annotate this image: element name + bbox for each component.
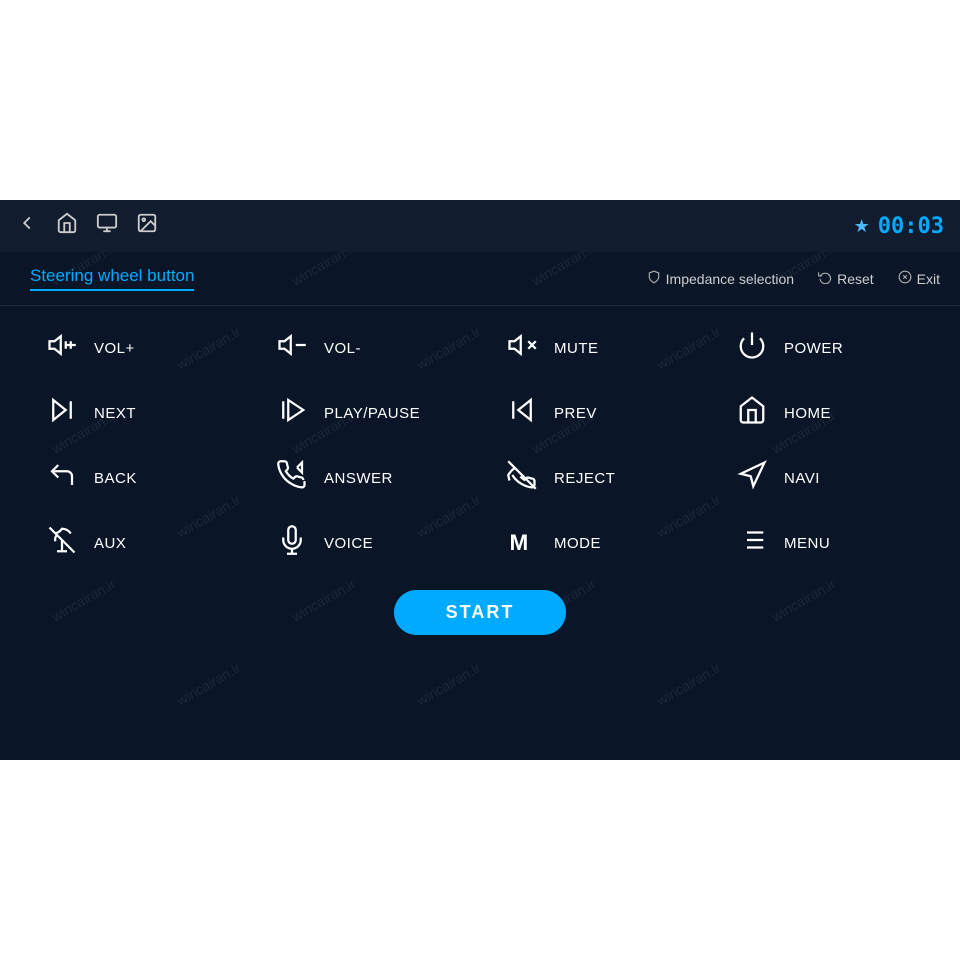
top-bar-right: ★ 00:03	[854, 214, 944, 239]
page-title: Steering wheel button	[30, 266, 194, 286]
next-cell[interactable]: NEXT	[20, 381, 250, 446]
menu-icon	[734, 525, 770, 562]
time-display: 00:03	[878, 214, 944, 239]
next-icon	[44, 395, 80, 432]
navi-label: NAVI	[784, 470, 820, 487]
answer-cell[interactable]: ANSWER	[250, 446, 480, 511]
impedance-selection-label: Impedance selection	[666, 271, 794, 287]
app-container: wincairan.ir wincairan.ir wincairan.ir w…	[0, 200, 960, 760]
home-icon[interactable]	[56, 212, 78, 240]
start-button[interactable]: START	[394, 590, 567, 635]
impedance-selection-btn[interactable]: Impedance selection	[647, 270, 794, 287]
navi-cell[interactable]: NAVI	[710, 446, 940, 511]
exit-label: Exit	[917, 271, 940, 287]
menu-cell[interactable]: MENU	[710, 511, 940, 576]
mode-cell[interactable]: M MODE	[480, 511, 710, 576]
reset-btn[interactable]: Reset	[818, 270, 874, 287]
power-cell[interactable]: POWER	[710, 316, 940, 381]
screen-icon[interactable]	[96, 212, 118, 240]
home-label: HOME	[784, 405, 831, 422]
voice-label: VOICE	[324, 535, 373, 552]
power-label: POWER	[784, 340, 843, 357]
back-cell[interactable]: BACK	[20, 446, 250, 511]
next-label: NEXT	[94, 405, 136, 422]
back-icon[interactable]	[16, 212, 38, 240]
top-bar: ★ 00:03	[0, 200, 960, 252]
shield-icon	[647, 270, 661, 287]
menu-label: MENU	[784, 535, 830, 552]
back-label: BACK	[94, 470, 137, 487]
play-pause-label: PLAY/PAUSE	[324, 405, 420, 422]
top-white-space	[0, 0, 960, 200]
mute-label: MUTE	[554, 340, 599, 357]
play-pause-icon	[274, 395, 310, 432]
navi-icon	[734, 460, 770, 497]
reject-icon	[504, 460, 540, 497]
play-pause-cell[interactable]: PLAY/PAUSE	[250, 381, 480, 446]
page-title-wrapper: Steering wheel button	[30, 266, 194, 291]
power-icon	[734, 330, 770, 367]
answer-label: ANSWER	[324, 470, 393, 487]
title-underline	[30, 289, 194, 291]
reject-label: REJECT	[554, 470, 615, 487]
button-grid: VOL+ VOL-	[20, 316, 940, 576]
vol-minus-label: VOL-	[324, 340, 361, 357]
aux-icon	[44, 525, 80, 562]
bottom-white-space	[0, 760, 960, 960]
prev-cell[interactable]: PREV	[480, 381, 710, 446]
aux-label: AUX	[94, 535, 126, 552]
vol-plus-cell[interactable]: VOL+	[20, 316, 250, 381]
reject-cell[interactable]: REJECT	[480, 446, 710, 511]
reset-icon	[818, 270, 832, 287]
top-bar-left	[16, 212, 158, 240]
exit-btn[interactable]: Exit	[898, 270, 940, 287]
back-btn-icon	[44, 460, 80, 497]
title-bar: Steering wheel button Impedance selectio…	[0, 252, 960, 306]
prev-icon	[504, 395, 540, 432]
mode-icon: M	[504, 525, 540, 562]
vol-minus-icon	[274, 330, 310, 367]
home-cell[interactable]: HOME	[710, 381, 940, 446]
mute-icon	[504, 330, 540, 367]
reset-label: Reset	[837, 271, 874, 287]
image-icon[interactable]	[136, 212, 158, 240]
mute-cell[interactable]: MUTE	[480, 316, 710, 381]
voice-cell[interactable]: VOICE	[250, 511, 480, 576]
mode-label: MODE	[554, 535, 601, 552]
start-btn-container: START	[0, 586, 960, 635]
prev-label: PREV	[554, 405, 597, 422]
bluetooth-icon: ★	[854, 216, 870, 237]
home-btn-icon	[734, 395, 770, 432]
button-grid-area: VOL+ VOL-	[0, 306, 960, 586]
answer-icon	[274, 460, 310, 497]
title-actions: Impedance selection Reset	[647, 270, 940, 287]
svg-text:M: M	[510, 530, 529, 555]
aux-cell[interactable]: AUX	[20, 511, 250, 576]
vol-plus-label: VOL+	[94, 340, 135, 357]
vol-minus-cell[interactable]: VOL-	[250, 316, 480, 381]
vol-plus-icon	[44, 330, 80, 367]
exit-icon	[898, 270, 912, 287]
voice-icon	[274, 525, 310, 562]
